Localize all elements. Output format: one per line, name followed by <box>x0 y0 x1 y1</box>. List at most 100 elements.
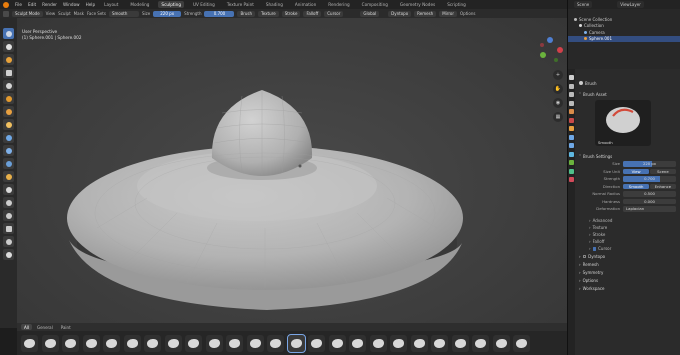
tool-draw[interactable] <box>3 41 14 52</box>
brush-thumbnail[interactable] <box>185 334 202 352</box>
tab-layout[interactable]: Layout <box>101 1 121 8</box>
tab-compositing[interactable]: Compositing <box>359 1 391 8</box>
3d-viewport[interactable]: User Perspective (1) Sphere.001 | Sphere… <box>17 18 568 323</box>
falloff-popover[interactable]: Falloff <box>303 10 322 17</box>
tool-rotate[interactable] <box>3 210 14 221</box>
texture-popover[interactable]: Texture <box>258 10 279 17</box>
brush-thumbnail-smooth[interactable] <box>286 333 306 353</box>
menu-render[interactable]: Render <box>42 2 57 7</box>
brush-preview-thumbnail[interactable]: Smooth <box>595 100 651 146</box>
remesh-section[interactable]: › Remesh <box>579 260 676 268</box>
stroke-popover[interactable]: Stroke <box>281 10 301 17</box>
workspace-section[interactable]: › Workspace <box>579 284 676 292</box>
shelf-tab-paint[interactable]: Paint <box>58 324 74 330</box>
direction-smooth[interactable]: Smooth <box>623 183 650 189</box>
gizmo-y-axis[interactable] <box>540 52 546 58</box>
size-slider[interactable]: 220 px <box>623 161 676 167</box>
brush-tool-icon[interactable] <box>3 10 9 17</box>
falloff-subpanel[interactable]: › Falloff <box>579 238 676 245</box>
brush-thumbnail[interactable] <box>308 334 325 352</box>
tool-mask-by-color[interactable] <box>3 184 14 195</box>
tool-box-mask[interactable] <box>3 67 14 78</box>
brush-thumbnail[interactable] <box>226 334 243 352</box>
advanced-subpanel[interactable]: › Advanced <box>579 217 676 224</box>
brush-thumbnail[interactable] <box>41 334 59 352</box>
brush-thumbnail[interactable] <box>267 334 284 352</box>
menu-view[interactable]: View <box>46 11 56 16</box>
brush-asset-section[interactable]: ˅ Brush Asset <box>579 90 676 98</box>
cursor-popover[interactable]: Cursor <box>324 10 344 17</box>
material-tab-icon[interactable] <box>569 177 574 182</box>
tool-color-filter[interactable] <box>3 158 14 169</box>
strength-field[interactable]: 0.700 <box>204 10 235 17</box>
dyntopo-popover[interactable]: Dyntopo <box>388 10 412 17</box>
options-section[interactable]: › Options <box>579 276 676 284</box>
pan-hand-icon[interactable]: ✋ <box>553 84 563 94</box>
menu-help[interactable]: Help <box>86 2 96 7</box>
brush-thumbnail[interactable] <box>246 334 264 352</box>
brush-thumbnail[interactable] <box>144 334 161 352</box>
axis-gizmo[interactable] <box>535 35 565 65</box>
tool-brush[interactable] <box>3 28 14 39</box>
tab-shading[interactable]: Shading <box>263 1 286 8</box>
tool-mask[interactable] <box>3 54 14 65</box>
menu-sculpt[interactable]: Sculpt <box>58 11 71 16</box>
remesh-popover[interactable]: Remesh <box>414 10 437 17</box>
tab-scripting[interactable]: Scripting <box>444 1 469 8</box>
tool-box-hide[interactable] <box>3 80 14 91</box>
constraints-tab-icon[interactable] <box>569 160 574 165</box>
menu-window[interactable]: Window <box>63 2 80 7</box>
particles-tab-icon[interactable] <box>569 143 574 148</box>
view-layer-selector[interactable]: ViewLayer <box>617 1 644 8</box>
brush-thumbnail[interactable] <box>451 334 469 352</box>
brush-thumbnail[interactable] <box>164 334 182 352</box>
symmetry-section[interactable]: › Symmetry <box>579 268 676 276</box>
cursor-subpanel[interactable]: › Cursor <box>579 245 676 252</box>
tool-cloth-filter[interactable] <box>3 145 14 156</box>
tab-animation[interactable]: Animation <box>292 1 319 8</box>
world-tab-icon[interactable] <box>569 117 574 123</box>
tab-texture-paint[interactable]: Texture Paint <box>224 1 257 8</box>
tool-scale[interactable] <box>3 223 14 234</box>
orientation-selector[interactable]: Global <box>360 10 380 17</box>
tool-transform[interactable] <box>3 236 14 247</box>
brush-thumbnail[interactable] <box>431 334 448 352</box>
view-layer-tab-icon[interactable] <box>569 100 574 106</box>
normal-radius-slider[interactable]: 0.500 <box>623 191 676 197</box>
mirror-popover[interactable]: Mirror <box>439 10 457 17</box>
tool-trim[interactable] <box>3 106 14 117</box>
brush-thumbnail[interactable] <box>123 334 141 352</box>
hardness-slider[interactable]: 0.000 <box>623 198 676 204</box>
sculpt-mesh[interactable] <box>17 18 568 323</box>
tool-tab-icon[interactable] <box>569 75 574 80</box>
mode-selector[interactable]: Sculpt Mode <box>12 10 43 17</box>
brush-thumbnail[interactable] <box>21 334 38 352</box>
tool-annotate[interactable] <box>3 249 14 260</box>
menu-mask[interactable]: Mask <box>74 11 84 16</box>
brush-thumbnail[interactable] <box>410 334 428 352</box>
brush-thumbnail[interactable] <box>390 334 407 352</box>
gizmo-neg-x[interactable] <box>540 43 544 47</box>
brush-selector[interactable]: Smooth <box>108 10 139 17</box>
tool-mesh-filter[interactable] <box>3 132 14 143</box>
menu-face-sets[interactable]: Face Sets <box>87 11 106 16</box>
brush-thumbnail[interactable] <box>492 334 510 352</box>
strength-slider[interactable]: 0.700 <box>623 176 676 182</box>
shelf-tab-all[interactable]: All <box>21 324 32 330</box>
outliner-row-sphere[interactable]: Sphere.001 <box>568 35 680 42</box>
checkbox-icon[interactable] <box>592 247 597 251</box>
physics-tab-icon[interactable] <box>569 151 574 157</box>
brush-thumbnail[interactable] <box>82 334 100 352</box>
data-tab-icon[interactable] <box>569 168 574 174</box>
camera-view-icon[interactable]: ◉ <box>553 98 563 108</box>
brush-popover[interactable]: Brush <box>237 10 256 17</box>
brush-thumbnail[interactable] <box>62 334 79 352</box>
menu-edit[interactable]: Edit <box>28 2 36 7</box>
brush-thumbnail[interactable] <box>349 334 366 352</box>
modifier-tab-icon[interactable] <box>569 134 574 140</box>
blender-logo-icon[interactable] <box>3 1 9 8</box>
brush-thumbnail[interactable] <box>369 334 387 352</box>
size-unit-scene[interactable]: Scene <box>649 168 676 174</box>
tab-uv-editing[interactable]: UV Editing <box>190 1 218 8</box>
brush-settings-section[interactable]: ˅ Brush Settings <box>579 152 676 160</box>
